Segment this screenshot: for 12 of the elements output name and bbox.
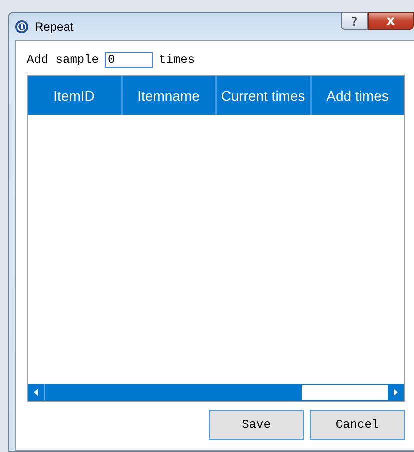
times-label: times xyxy=(159,53,196,67)
close-button[interactable]: x xyxy=(368,12,414,30)
window-title: Repeat xyxy=(35,20,75,34)
horizontal-scrollbar[interactable] xyxy=(28,384,404,401)
sample-label: Add sample xyxy=(27,53,100,67)
cancel-button[interactable]: Cancel xyxy=(310,410,405,440)
sample-count-field[interactable]: 0 xyxy=(105,52,154,68)
app-logo-icon xyxy=(15,20,29,34)
scroll-thumb[interactable] xyxy=(302,385,388,400)
column-header[interactable]: Add times xyxy=(312,76,404,115)
help-button[interactable]: ? xyxy=(341,12,368,30)
save-button[interactable]: Save xyxy=(209,410,304,440)
